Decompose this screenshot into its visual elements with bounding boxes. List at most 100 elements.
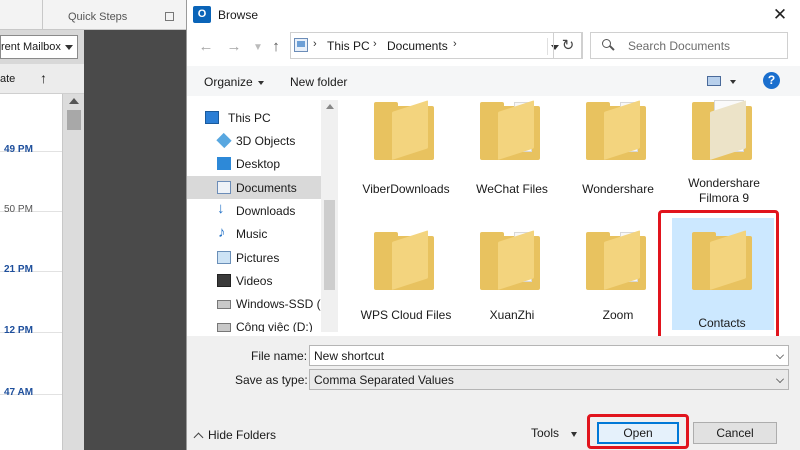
refresh-button[interactable]: ↻: [553, 32, 583, 59]
scrollbar-thumb[interactable]: [67, 110, 81, 130]
desktop-icon: [217, 157, 231, 170]
nav-item-videos[interactable]: Videos: [187, 269, 321, 292]
folder-icon: [692, 230, 752, 290]
mail-list: 49 PM 50 PM 21 PM 12 PM 47 AM: [0, 94, 62, 450]
scrollbar-thumb[interactable]: [324, 200, 335, 290]
folder-item[interactable]: WeChat Files: [462, 100, 562, 204]
nav-item-3d-objects[interactable]: 3D Objects: [187, 129, 321, 152]
new-folder-button[interactable]: New folder: [290, 75, 347, 89]
sort-arrow-icon[interactable]: ↑: [40, 70, 47, 86]
close-button[interactable]: ✕: [769, 4, 791, 26]
scroll-up-icon[interactable]: [69, 98, 79, 104]
mail-item[interactable]: 12 PM: [0, 275, 62, 336]
nav-item-label: Videos: [236, 274, 273, 288]
3d-objects-icon: [216, 132, 232, 149]
organize-menu[interactable]: Organize: [204, 75, 264, 89]
sort-label: ate: [0, 73, 16, 85]
nav-item-pictures[interactable]: Pictures: [187, 246, 321, 269]
view-options-icon[interactable]: [707, 76, 721, 86]
cancel-button[interactable]: Cancel: [693, 422, 777, 444]
mail-item[interactable]: 50 PM: [0, 154, 62, 215]
drive-icon: [217, 300, 231, 309]
dialog-launcher-icon[interactable]: [165, 12, 174, 21]
folder-name: Zoom: [602, 308, 634, 322]
folder-name: Wondershare: [582, 182, 654, 196]
navigation-pane-scrollbar[interactable]: [321, 100, 338, 332]
nav-item-label: Công việc (D:): [236, 320, 313, 332]
chevron-down-icon: [257, 80, 264, 85]
title-bar: O Browse ✕: [187, 0, 800, 30]
computer-icon: [294, 38, 308, 52]
nav-item-label: Documents: [236, 181, 297, 195]
nav-item-label: Music: [236, 227, 268, 241]
scroll-up-icon[interactable]: [326, 104, 334, 109]
open-button[interactable]: Open: [597, 422, 679, 444]
organize-label: Organize: [204, 75, 253, 89]
address-bar[interactable]: › This PC › Documents ›: [290, 32, 582, 59]
search-icon: [602, 39, 615, 51]
nav-item-label: Downloads: [236, 204, 296, 218]
breadcrumb-this-pc[interactable]: This PC: [327, 39, 370, 53]
chevron-down-icon: [65, 45, 73, 50]
folder-name: WPS Cloud Files: [360, 308, 452, 322]
folder-name: XuanZhi: [489, 308, 535, 322]
ribbon: Quick Steps: [0, 0, 190, 30]
folder-icon: [374, 230, 434, 290]
chevron-up-icon: [193, 432, 204, 443]
mail-list-scrollbar[interactable]: [62, 94, 84, 450]
folder-item[interactable]: XuanZhi: [462, 218, 562, 330]
mail-item[interactable]: 47 AM: [0, 337, 62, 398]
pictures-icon: [217, 251, 231, 264]
breadcrumb-separator[interactable]: ›: [373, 38, 377, 50]
folder-item[interactable]: Zoom: [568, 218, 668, 330]
browse-dialog: O Browse ✕ ← → ▼ ↑ › This PC › Documents…: [186, 0, 800, 450]
file-name-field[interactable]: New shortcut: [309, 345, 789, 366]
sort-row[interactable]: ate ↑: [0, 64, 84, 94]
folder-item[interactable]: Wondershare: [568, 100, 668, 204]
folder-item[interactable]: Wondershare Filmora 9: [674, 100, 774, 205]
command-bar: Organize New folder ?: [187, 66, 800, 96]
tools-menu[interactable]: Tools: [531, 426, 577, 440]
breadcrumb-separator[interactable]: ›: [453, 38, 457, 50]
file-list: ViberDownloads WeChat Files Wondershare: [338, 100, 800, 332]
forward-button[interactable]: →: [225, 38, 243, 55]
nav-item-downloads[interactable]: Downloads: [187, 199, 321, 222]
view-options-chevron-icon[interactable]: [730, 80, 736, 84]
mail-item[interactable]: 49 PM: [0, 94, 62, 155]
tools-label: Tools: [531, 426, 560, 440]
folder-item-contacts[interactable]: Contacts: [672, 218, 774, 330]
breadcrumb-separator[interactable]: ›: [313, 38, 317, 50]
folder-name: Wondershare Filmora 9: [688, 176, 760, 205]
folder-item[interactable]: WPS Cloud Files: [356, 218, 456, 330]
drive-icon: [217, 323, 231, 332]
nav-item-this-pc[interactable]: ▼ This PC: [187, 106, 321, 129]
recent-locations-chevron-icon[interactable]: ▼: [249, 42, 267, 53]
nav-item-label: Windows-SSD (C: [236, 297, 330, 311]
help-button[interactable]: ?: [763, 72, 780, 89]
search-input[interactable]: Search Documents: [590, 32, 788, 59]
save-options-panel: File name: New shortcut Save as type: Co…: [187, 336, 800, 450]
mail-item[interactable]: 21 PM: [0, 214, 62, 275]
chevron-down-icon: [776, 375, 784, 383]
back-button[interactable]: ←: [197, 38, 215, 55]
up-button[interactable]: ↑: [267, 38, 285, 55]
save-as-type-label: Save as type:: [235, 373, 308, 387]
mail-time: 47 AM: [4, 387, 34, 398]
save-as-type-value: Comma Separated Values: [314, 373, 454, 387]
mailbox-scope-dropdown[interactable]: rent Mailbox: [0, 35, 78, 59]
hide-folders-button[interactable]: Hide Folders: [193, 428, 276, 443]
nav-item-cong-viec[interactable]: Công việc (D:): [187, 315, 321, 332]
breadcrumb-documents[interactable]: Documents: [387, 39, 448, 53]
chevron-down-icon[interactable]: [776, 351, 784, 359]
folder-item[interactable]: ViberDownloads: [356, 100, 456, 204]
folder-icon: [692, 100, 752, 160]
folder-icon: [480, 230, 540, 290]
music-icon: [217, 224, 231, 241]
navigation-bar: ← → ▼ ↑ › This PC › Documents › ↻ Search…: [187, 30, 800, 62]
nav-item-documents[interactable]: Documents: [187, 176, 321, 199]
save-as-type-select[interactable]: Comma Separated Values: [309, 369, 789, 390]
nav-item-music[interactable]: Music: [187, 222, 321, 245]
nav-item-windows-ssd[interactable]: Windows-SSD (C: [187, 292, 329, 315]
nav-item-desktop[interactable]: Desktop: [187, 152, 321, 175]
computer-icon: [205, 111, 219, 124]
